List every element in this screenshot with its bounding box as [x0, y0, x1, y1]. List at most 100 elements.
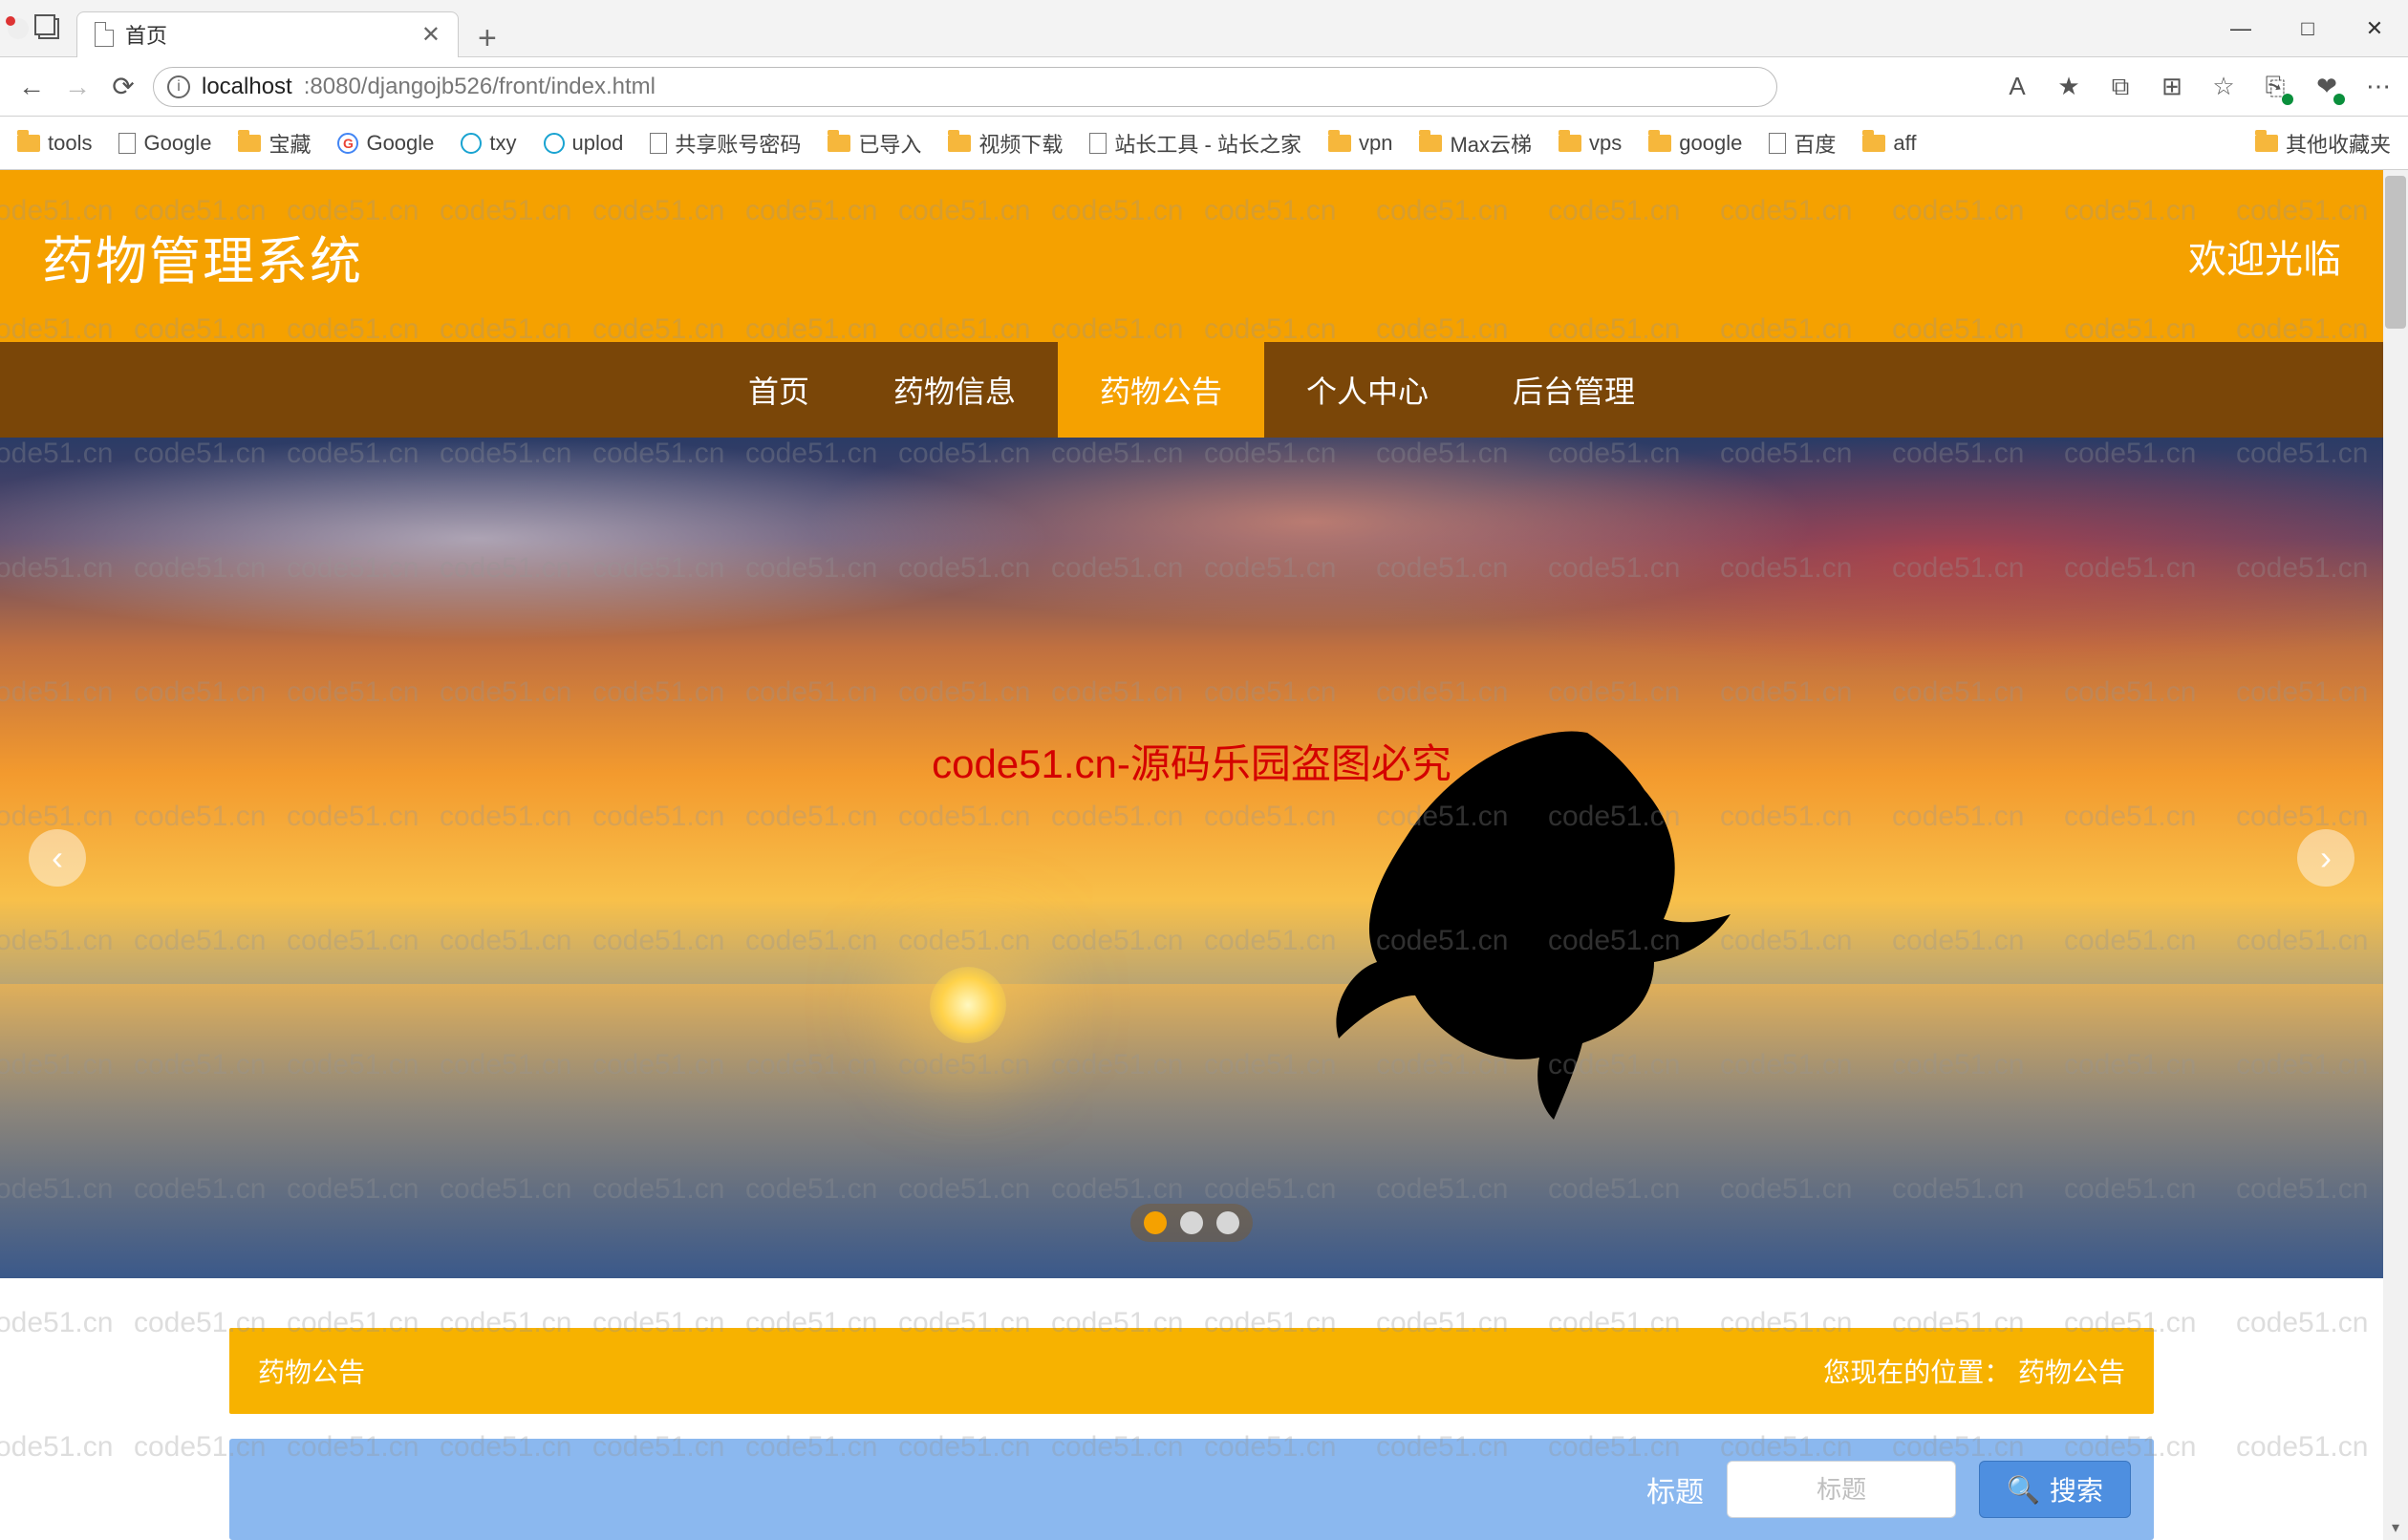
- carousel-dot[interactable]: [1180, 1211, 1203, 1234]
- window-controls-left: [0, 18, 67, 39]
- vertical-scrollbar[interactable]: ▴ ▾: [2383, 170, 2408, 1540]
- collections-icon[interactable]: ⊞: [2158, 73, 2186, 101]
- address-host: localhost: [202, 74, 292, 100]
- carousel-dot[interactable]: [1144, 1211, 1167, 1234]
- carousel-next-button[interactable]: ›: [2297, 829, 2354, 887]
- toolbar-right: A ★ ⧉ ⊞ ☆ ⎘ ❤ ⋯: [2003, 73, 2393, 101]
- carousel-prev-button[interactable]: ‹: [29, 829, 86, 887]
- site-header: 药物管理系统 欢迎光临: [0, 170, 2383, 342]
- maximize-button[interactable]: □: [2274, 5, 2341, 53]
- bookmark-item[interactable]: 视频下载: [948, 128, 1063, 159]
- nav-item-1[interactable]: 药物信息: [851, 342, 1058, 438]
- profile-icon[interactable]: [8, 18, 29, 39]
- nav-item-3[interactable]: 个人中心: [1264, 342, 1471, 438]
- bookmark-label: google: [1679, 131, 1742, 156]
- carousel-dot[interactable]: [1216, 1211, 1239, 1234]
- main-nav: 首页药物信息药物公告个人中心后台管理: [0, 342, 2383, 438]
- bookmark-item[interactable]: 站长工具 - 站长之家: [1089, 128, 1301, 159]
- bookmark-label: Google: [143, 131, 211, 156]
- tabs-overview-icon[interactable]: [38, 18, 59, 39]
- page-content: 药物管理系统 欢迎光临 首页药物信息药物公告个人中心后台管理 code51.cn…: [0, 170, 2383, 1540]
- bookmark-label: aff: [1893, 131, 1916, 156]
- bookmark-label: tools: [48, 131, 92, 156]
- address-bar[interactable]: i localhost :8080/djangojb526/front/index…: [153, 67, 1777, 107]
- bookmark-item[interactable]: google: [1648, 131, 1742, 156]
- bookmark-item[interactable]: uplod: [544, 131, 624, 156]
- breadcrumb: 您现在的位置： 药物公告: [1823, 1352, 2125, 1390]
- bookmark-item[interactable]: 宝藏: [238, 128, 311, 159]
- address-path: :8080/djangojb526/front/index.html: [304, 74, 656, 100]
- folder-icon: [1862, 135, 1885, 152]
- more-icon[interactable]: ⋯: [2364, 73, 2393, 101]
- search-input[interactable]: [1727, 1461, 1956, 1518]
- bookmark-label: vpn: [1359, 131, 1392, 156]
- bookmark-label: Google: [366, 131, 434, 156]
- bookmark-item[interactable]: Google: [337, 131, 434, 156]
- bookmark-item[interactable]: txy: [461, 131, 516, 156]
- favorites-list-icon[interactable]: ☆: [2209, 73, 2238, 101]
- nav-item-2[interactable]: 药物公告: [1058, 342, 1264, 438]
- welcome-text: 欢迎光临: [2188, 228, 2341, 284]
- page-icon: [1769, 133, 1786, 154]
- bookmark-label: 宝藏: [269, 128, 311, 159]
- bookmark-item[interactable]: aff: [1862, 131, 1916, 156]
- nav-item-0[interactable]: 首页: [706, 342, 851, 438]
- new-tab-button[interactable]: +: [459, 20, 516, 57]
- search-button[interactable]: 🔍 搜索: [1979, 1461, 2131, 1518]
- bookmark-label: vps: [1589, 131, 1622, 156]
- wellbeing-icon[interactable]: ❤: [2312, 73, 2341, 101]
- nav-item-4[interactable]: 后台管理: [1471, 342, 1677, 438]
- scrollbar-thumb[interactable]: [2385, 176, 2406, 329]
- search-field-label: 标题: [1646, 1468, 1704, 1510]
- globe-icon: [461, 133, 482, 154]
- section-title: 药物公告: [258, 1352, 365, 1390]
- bookmark-item[interactable]: vpn: [1328, 131, 1392, 156]
- scroll-down-icon[interactable]: ▾: [2383, 1515, 2408, 1540]
- search-icon: 🔍: [2007, 1474, 2040, 1506]
- site-info-icon[interactable]: i: [167, 75, 190, 98]
- address-bar-row: ← → ⟳ i localhost :8080/djangojb526/front…: [0, 57, 2408, 117]
- hero-carousel: code51.cn-源码乐园盗图必究 ‹ ›: [0, 438, 2383, 1278]
- page-icon: [650, 133, 667, 154]
- bookmark-label: txy: [489, 131, 516, 156]
- refresh-button[interactable]: ⟳: [107, 71, 140, 103]
- bookmark-item[interactable]: tools: [17, 131, 92, 156]
- bookmark-item[interactable]: 百度: [1769, 128, 1836, 159]
- folder-icon: [2255, 135, 2278, 152]
- page-icon: [118, 133, 136, 154]
- bookmarks-overflow-label: 其他收藏夹: [2286, 128, 2391, 159]
- bookmark-label: uplod: [572, 131, 624, 156]
- bookmark-item[interactable]: 已导入: [828, 128, 921, 159]
- window-buttons: — □ ✕: [2207, 5, 2408, 53]
- carousel-dots: [1130, 1204, 1253, 1242]
- folder-icon: [1648, 135, 1671, 152]
- search-button-label: 搜索: [2050, 1470, 2103, 1508]
- bookmark-item[interactable]: vps: [1559, 131, 1622, 156]
- close-icon[interactable]: ✕: [421, 21, 441, 49]
- google-icon: [337, 133, 358, 154]
- bookmark-label: 百度: [1794, 128, 1836, 159]
- section-header: 药物公告 您现在的位置： 药物公告: [229, 1328, 2154, 1414]
- favorite-icon[interactable]: ★: [2054, 73, 2083, 101]
- close-window-button[interactable]: ✕: [2341, 5, 2408, 53]
- bookmarks-overflow[interactable]: 其他收藏夹: [2255, 128, 2391, 159]
- carousel-overlay-text: code51.cn-源码乐园盗图必究: [932, 732, 1451, 790]
- bookmarks-bar: tools Google 宝藏 Google txy uplod 共享账号密码已导入视频下载…: [0, 117, 2408, 170]
- forward-button[interactable]: →: [61, 71, 94, 103]
- bookmark-item[interactable]: Max云梯: [1419, 128, 1532, 159]
- back-button[interactable]: ←: [15, 71, 48, 103]
- extensions-icon[interactable]: ⧉: [2106, 73, 2135, 101]
- folder-icon: [828, 135, 850, 152]
- globe-icon: [544, 133, 565, 154]
- sync-icon[interactable]: ⎘: [2261, 73, 2290, 101]
- bookmark-item[interactable]: 共享账号密码: [650, 128, 801, 159]
- folder-icon: [1419, 135, 1442, 152]
- minimize-button[interactable]: —: [2207, 5, 2274, 53]
- reader-icon[interactable]: A: [2003, 73, 2032, 101]
- page-icon: [1089, 133, 1107, 154]
- bookmark-label: 共享账号密码: [675, 128, 801, 159]
- browser-tab-active[interactable]: 首页 ✕: [76, 11, 459, 57]
- browser-tab-strip: 首页 ✕ + — □ ✕: [0, 0, 2408, 57]
- bookmark-label: Max云梯: [1450, 128, 1532, 159]
- bookmark-item[interactable]: Google: [118, 131, 211, 156]
